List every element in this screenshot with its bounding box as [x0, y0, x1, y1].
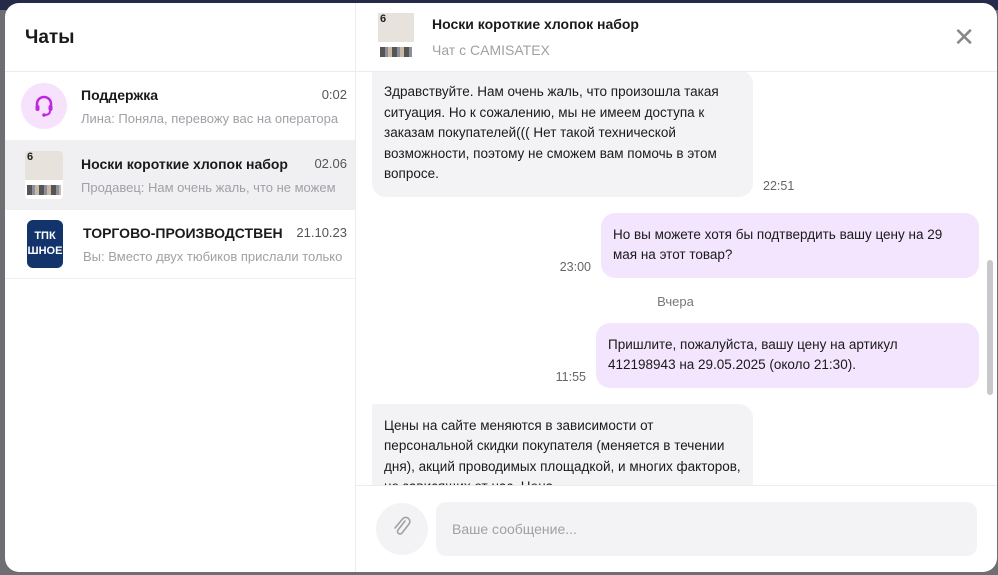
- message-text: Но вы можете хотя бы подтвердить вашу це…: [601, 212, 979, 278]
- message-time: 22:51: [763, 178, 795, 193]
- message-time: 11:55: [555, 369, 586, 384]
- chat-time: 21.10.23: [296, 225, 347, 240]
- logo-subtext: ШНОЕ: [27, 245, 63, 257]
- chat-name: Носки короткие хлопок набор: [81, 155, 288, 172]
- conversation-title: Носки короткие хлопок набор: [432, 16, 639, 32]
- attach-button[interactable]: [376, 503, 428, 555]
- chat-list-panel: Чаты Поддержка 0:02 Лина: Поняла, перевож…: [5, 3, 356, 572]
- chat-modal: Чаты Поддержка 0:02 Лина: Поняла, перевож…: [5, 3, 997, 572]
- chat-name: ТОРГОВО-ПРОИЗВОДСТВЕННАЯ КОМПАНИЯ: [83, 224, 283, 241]
- paperclip-icon: [393, 516, 411, 543]
- message-list[interactable]: Здравствуйте. Нам очень жаль, что произо…: [356, 72, 997, 485]
- company-logo: ТПК ШНОЕ: [27, 220, 63, 268]
- conversation-panel: 6 Носки короткие хлопок набор Чат с CAMI…: [356, 3, 997, 572]
- message-incoming: Здравствуйте. Нам очень жаль, что произо…: [372, 72, 979, 197]
- product-badge: 6: [27, 151, 34, 163]
- chat-list-title: Чаты: [5, 3, 355, 72]
- chat-time: 0:02: [321, 87, 347, 102]
- scrollbar[interactable]: [987, 260, 993, 395]
- chat-preview: Лина: Поняла, перевожу вас на оператора: [81, 110, 339, 126]
- chat-time: 02.06: [314, 156, 347, 171]
- close-icon[interactable]: ✕: [953, 24, 975, 50]
- product-badge: 6: [380, 13, 387, 25]
- headset-icon: [21, 83, 67, 129]
- conversation-subtitle: Чат с CAMISATEX: [432, 42, 550, 58]
- message-text: Здравствуйте. Нам очень жаль, что произо…: [372, 72, 753, 197]
- product-thumbnail: 6: [378, 13, 414, 61]
- chat-name: Поддержка: [81, 86, 159, 103]
- conversation-header: 6 Носки короткие хлопок набор Чат с CAMI…: [356, 3, 997, 72]
- message-text: Цены на сайте меняются в зависимости от …: [372, 403, 753, 485]
- date-divider: Вчера: [657, 293, 694, 309]
- product-thumbnail: 6: [25, 151, 63, 199]
- chat-preview: Вы: Вместо двух тюбиков прислали только: [83, 248, 343, 264]
- logo-text: ТПК: [34, 230, 56, 242]
- chat-preview: Продавец: Нам очень жаль, что не можем: [81, 179, 336, 195]
- chat-item-socks[interactable]: 6 Носки короткие хлопок набор 02.06 Прода…: [5, 141, 355, 210]
- chat-item-support[interactable]: Поддержка 0:02 Лина: Поняла, перевожу вас…: [5, 72, 355, 141]
- message-incoming: Цены на сайте меняются в зависимости от …: [372, 403, 979, 485]
- composer: [356, 485, 997, 572]
- message-outgoing: 11:55 Пришлите, пожалуйста, вашу цену на …: [372, 322, 979, 388]
- message-input[interactable]: [436, 502, 977, 556]
- message-text: Пришлите, пожалуйста, вашу цену на артик…: [596, 322, 979, 388]
- message-outgoing: 23:00 Но вы можете хотя бы подтвердить ва…: [372, 212, 979, 278]
- chat-item-tpk[interactable]: ТПК ШНОЕ ТОРГОВО-ПРОИЗВОДСТВЕННАЯ КОМПАНИ…: [5, 210, 355, 279]
- message-time: 23:00: [559, 259, 591, 274]
